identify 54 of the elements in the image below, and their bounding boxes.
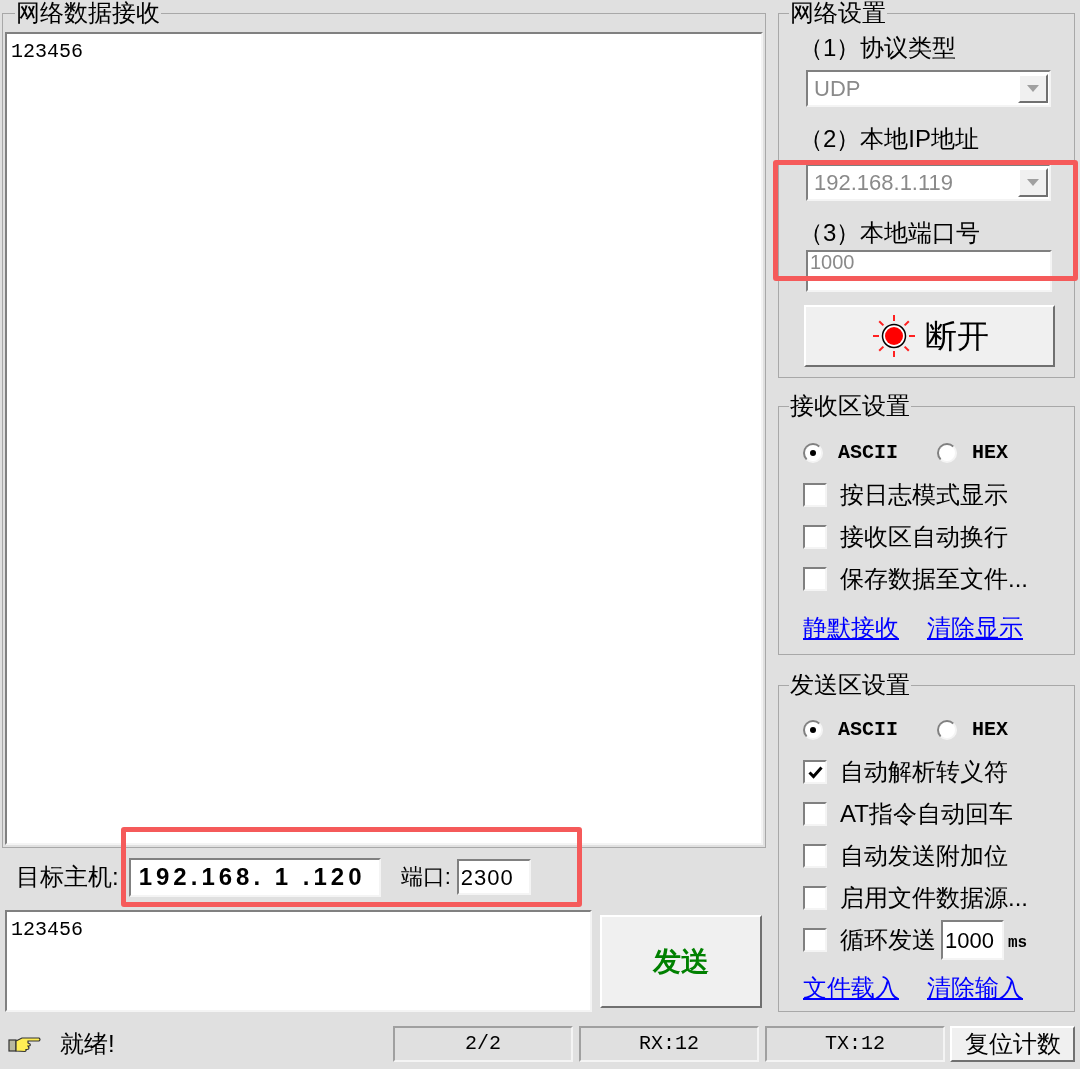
checkbox-label: 启用文件数据源... bbox=[840, 883, 1028, 913]
status-light-icon bbox=[870, 313, 917, 359]
interval-field[interactable]: 1000 bbox=[941, 920, 1004, 960]
link[interactable]: 静默接收 bbox=[803, 614, 899, 642]
status-panel: RX:12 bbox=[579, 1025, 759, 1062]
checkbox[interactable] bbox=[803, 567, 827, 591]
send-text-area[interactable]: 123456 bbox=[5, 910, 592, 1012]
checkbox-label: 接收区自动换行 bbox=[840, 522, 1008, 552]
port-label: 端口: bbox=[400, 863, 451, 891]
checkbox-label: 按日志模式显示 bbox=[840, 480, 1008, 510]
status-panel: TX:12 bbox=[765, 1025, 945, 1062]
host-field[interactable]: 192.168. 1 .120 bbox=[128, 857, 381, 897]
caret-down-icon bbox=[1027, 85, 1039, 92]
checkbox-label: 自动发送附加位 bbox=[840, 841, 1008, 871]
field-label: （2）本地IP地址 bbox=[798, 124, 981, 154]
radio-button[interactable] bbox=[803, 443, 823, 463]
checkbox[interactable] bbox=[803, 886, 827, 910]
port-field[interactable]: 2300 bbox=[456, 859, 531, 895]
radio-button[interactable] bbox=[937, 443, 957, 463]
group-title: 发送区设置 bbox=[789, 672, 911, 698]
field-label: （1）协议类型 bbox=[798, 33, 958, 63]
group-title: 接收区设置 bbox=[789, 393, 911, 419]
checkbox-label: 循环发送 bbox=[840, 925, 936, 955]
link[interactable]: 清除显示 bbox=[927, 614, 1023, 642]
checkmark-icon bbox=[807, 765, 823, 779]
radio-label: HEX bbox=[972, 717, 1009, 743]
checkbox[interactable] bbox=[803, 483, 827, 507]
checkbox[interactable] bbox=[803, 928, 827, 952]
group-title: 网络设置 bbox=[789, 0, 887, 26]
reset-count-button[interactable]: 复位计数 bbox=[950, 1025, 1075, 1062]
caret-down-icon bbox=[1027, 179, 1039, 186]
field-label: （3）本地端口号 bbox=[798, 218, 982, 248]
checkbox-label: AT指令自动回车 bbox=[840, 799, 1013, 829]
checkbox-label: 自动解析转义符 bbox=[840, 757, 1008, 787]
checkbox-label: 保存数据至文件... bbox=[840, 564, 1028, 594]
group-title: 网络数据接收 bbox=[15, 0, 161, 26]
radio-button[interactable] bbox=[937, 720, 957, 740]
checkbox[interactable] bbox=[803, 844, 827, 868]
radio-label: ASCII bbox=[838, 440, 898, 466]
radio-button[interactable] bbox=[803, 720, 823, 740]
radio-label: HEX bbox=[972, 440, 1009, 466]
disconnect-button[interactable]: 断开 bbox=[804, 305, 1055, 367]
link[interactable]: 清除输入 bbox=[927, 974, 1023, 1002]
link[interactable]: 文件载入 bbox=[803, 974, 899, 1002]
status-panel: 2/2 bbox=[393, 1025, 573, 1062]
host-label: 目标主机: bbox=[16, 862, 119, 892]
checkbox[interactable] bbox=[803, 760, 827, 784]
checkbox[interactable] bbox=[803, 525, 827, 549]
status-message: 就绪! bbox=[60, 1028, 115, 1059]
radio-label: ASCII bbox=[838, 717, 898, 743]
send-button[interactable]: 发送 bbox=[600, 915, 762, 1008]
receive-text-area[interactable]: 123456 bbox=[5, 32, 763, 845]
checkbox[interactable] bbox=[803, 802, 827, 826]
unit-label: ms bbox=[1008, 933, 1028, 953]
